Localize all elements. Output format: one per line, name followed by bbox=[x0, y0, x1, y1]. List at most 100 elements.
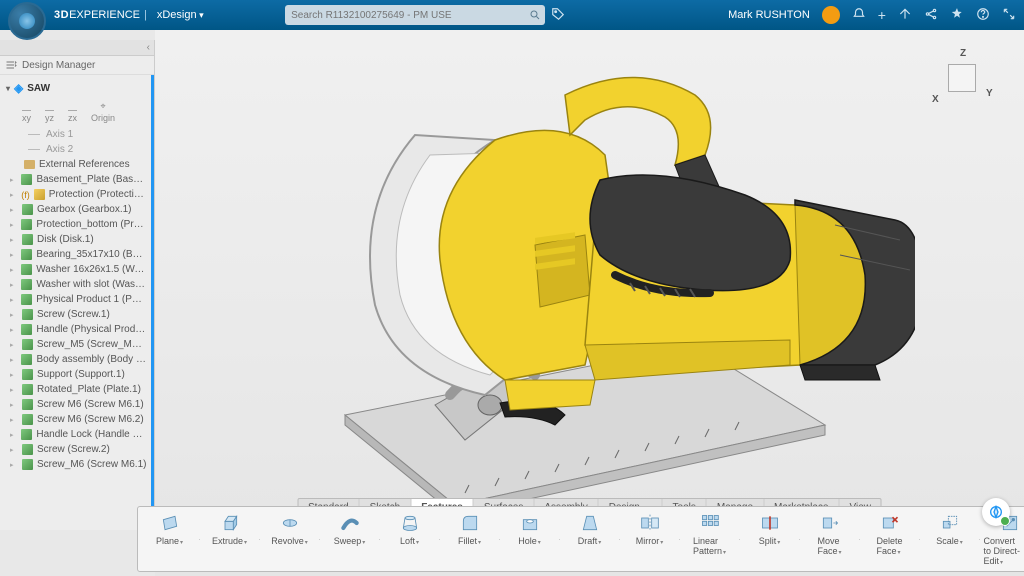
collaborate-icon[interactable] bbox=[924, 7, 938, 24]
part-icon bbox=[21, 354, 32, 365]
tool-delete-face[interactable]: DeleteFace▾ bbox=[864, 510, 916, 568]
caret-right-icon[interactable]: ▸ bbox=[10, 386, 18, 394]
caret-right-icon[interactable]: ▸ bbox=[10, 311, 18, 319]
tool-hole[interactable]: Hole▾ bbox=[504, 510, 556, 568]
tree-item[interactable]: ▸Rotated_Plate (Plate.1) bbox=[2, 382, 149, 397]
tree-item[interactable]: ▸Basement_Plate (Basem... bbox=[2, 172, 149, 187]
panel-title-row: Design Manager bbox=[0, 56, 154, 75]
tree-item[interactable]: ▸ Screw M6 (Screw M6.1) bbox=[2, 397, 149, 412]
caret-right-icon[interactable]: ▸ bbox=[10, 446, 18, 454]
community-icon[interactable] bbox=[950, 7, 964, 24]
tree-item[interactable]: ▸Body assembly (Body as... bbox=[2, 352, 149, 367]
view-triad[interactable]: Z Y X bbox=[926, 50, 996, 120]
tool-extrude[interactable]: Extrude▾ bbox=[204, 510, 256, 568]
tool-label: Sweep▾ bbox=[334, 536, 366, 546]
tool-fillet[interactable]: Fillet▾ bbox=[444, 510, 496, 568]
tree-item[interactable]: ▸Bearing_35x17x10 (Beari... bbox=[2, 247, 149, 262]
caret-right-icon[interactable]: ▸ bbox=[10, 221, 17, 229]
tree-item[interactable]: ▸Gearbox (Gearbox.1) bbox=[2, 202, 149, 217]
tree-item-label: Screw M6 (Screw M6.2) bbox=[37, 414, 144, 425]
plane-zx[interactable]: zx bbox=[68, 101, 77, 123]
tool-move-face[interactable]: MoveFace▾ bbox=[804, 510, 856, 568]
caret-right-icon[interactable]: ▸ bbox=[10, 371, 18, 379]
chevron-left-icon[interactable]: ‹ bbox=[147, 42, 150, 53]
tool-split[interactable]: Split▾ bbox=[744, 510, 796, 568]
tree-root[interactable]: ▾ ◈ SAW bbox=[2, 79, 149, 97]
tool-mirror[interactable]: Mirror▾ bbox=[624, 510, 676, 568]
plane-xy[interactable]: xy bbox=[22, 101, 31, 123]
caret-right-icon[interactable]: ▸ bbox=[10, 296, 17, 304]
tree-item-label: Screw M6 (Screw M6.1) bbox=[37, 399, 144, 410]
tree-item[interactable]: ▸Screw (Screw.1) bbox=[2, 307, 149, 322]
origin[interactable]: ⌖Origin bbox=[91, 101, 115, 123]
tree-item[interactable]: ▸ Screw M6 (Screw M6.2) bbox=[2, 412, 149, 427]
caret-right-icon[interactable]: ▸ bbox=[10, 281, 17, 289]
tree-item[interactable]: ▸Washer 16x26x1.5 (Wash... bbox=[2, 262, 149, 277]
tree-item[interactable]: ▸Handle (Physical Product... bbox=[2, 322, 149, 337]
caret-right-icon[interactable]: ▸ bbox=[10, 401, 18, 409]
caret-right-icon[interactable]: ▸ bbox=[10, 341, 18, 349]
axis-1[interactable]: Axis 1 bbox=[2, 127, 149, 142]
model-circular-saw[interactable] bbox=[235, 45, 915, 515]
3d-viewport[interactable]: Z Y X bbox=[155, 30, 1024, 576]
caret-right-icon[interactable]: ▸ bbox=[10, 176, 17, 184]
toolbar-separator: · bbox=[258, 510, 262, 568]
tree-item[interactable]: ▸Screw_M6 (Screw M6.1) bbox=[2, 457, 149, 472]
avatar[interactable] bbox=[822, 6, 840, 24]
delete-face-icon bbox=[879, 512, 901, 534]
feature-tree: ▾ ◈ SAW xy yz zx ⌖Origin Axis 1 Axis 2 E… bbox=[0, 75, 154, 529]
caret-right-icon[interactable]: ▸ bbox=[10, 461, 18, 469]
tree-item[interactable]: ▸Protection_bottom (Prote... bbox=[2, 217, 149, 232]
tree-item[interactable]: ▸ Support (Support.1) bbox=[2, 367, 149, 382]
tool-draft[interactable]: Draft▾ bbox=[564, 510, 616, 568]
share-icon[interactable] bbox=[898, 7, 912, 24]
caret-right-icon[interactable]: ▸ bbox=[10, 326, 17, 334]
tool-revolve[interactable]: Revolve▾ bbox=[264, 510, 316, 568]
design-tree-panel: ‹ Design Manager ▾ ◈ SAW xy yz zx ⌖Origi… bbox=[0, 40, 155, 530]
search-icon[interactable] bbox=[525, 5, 545, 25]
user-name[interactable]: Mark RUSHTON bbox=[728, 9, 810, 21]
tool-scale[interactable]: Scale▾ bbox=[924, 510, 976, 568]
search-input[interactable] bbox=[285, 5, 545, 25]
caret-right-icon[interactable]: ▸ bbox=[10, 266, 17, 274]
tree-item[interactable]: ▸Disk (Disk.1) bbox=[2, 232, 149, 247]
caret-right-icon[interactable]: ▸ bbox=[10, 236, 18, 244]
caret-right-icon[interactable]: ▸ bbox=[10, 191, 17, 199]
tree-item[interactable]: ▸Screw_M5 (Screw_M5.1) bbox=[2, 337, 149, 352]
caret-right-icon[interactable]: ▸ bbox=[10, 416, 18, 424]
hole-icon bbox=[519, 512, 541, 534]
tree-item-label: Support (Support.1) bbox=[37, 369, 125, 380]
tree-item[interactable]: ▸Handle Lock (Handle Loc... bbox=[2, 427, 149, 442]
tag-icon[interactable] bbox=[551, 7, 565, 24]
triad-cube[interactable] bbox=[948, 64, 976, 92]
tool-loft[interactable]: Loft▾ bbox=[384, 510, 436, 568]
caret-right-icon[interactable]: ▸ bbox=[10, 206, 18, 214]
axis-z-label: Z bbox=[960, 48, 966, 59]
tool-linear-pattern[interactable]: LinearPattern▾ bbox=[684, 510, 736, 568]
axis-2[interactable]: Axis 2 bbox=[2, 142, 149, 157]
caret-right-icon[interactable]: ▸ bbox=[10, 356, 17, 364]
tree-item[interactable]: ▸Screw (Screw.2) bbox=[2, 442, 149, 457]
caret-right-icon[interactable]: ▸ bbox=[10, 251, 17, 259]
notification-icon[interactable] bbox=[852, 7, 866, 24]
tool-label: Fillet▾ bbox=[458, 536, 481, 546]
tree-item[interactable]: ▸(f)Protection (Protection.1) bbox=[2, 187, 149, 202]
tree-item[interactable]: ▸ Physical Product 1 (Physi... bbox=[2, 292, 149, 307]
caret-right-icon[interactable]: ▸ bbox=[10, 431, 17, 439]
compass-logo[interactable] bbox=[8, 2, 46, 40]
tool-plane[interactable]: Plane▾ bbox=[144, 510, 196, 568]
external-references[interactable]: External References bbox=[2, 157, 149, 172]
help-icon[interactable] bbox=[976, 7, 990, 24]
design-manager-icon[interactable] bbox=[4, 58, 18, 72]
tree-item-label: Physical Product 1 (Physi... bbox=[36, 294, 147, 305]
tool-sweep[interactable]: Sweep▾ bbox=[324, 510, 376, 568]
expand-icon[interactable] bbox=[1002, 7, 1016, 24]
panel-collapse-bar[interactable]: ‹ bbox=[0, 40, 154, 56]
tree-item[interactable]: ▸Washer with slot (Washer... bbox=[2, 277, 149, 292]
add-icon[interactable]: + bbox=[878, 7, 886, 23]
app-switcher[interactable]: xDesign bbox=[157, 9, 204, 21]
brand-divider: | bbox=[144, 9, 147, 21]
plane-yz[interactable]: yz bbox=[45, 101, 54, 123]
caret-down-icon[interactable]: ▾ bbox=[6, 84, 10, 93]
assistant-fab[interactable] bbox=[982, 498, 1010, 526]
